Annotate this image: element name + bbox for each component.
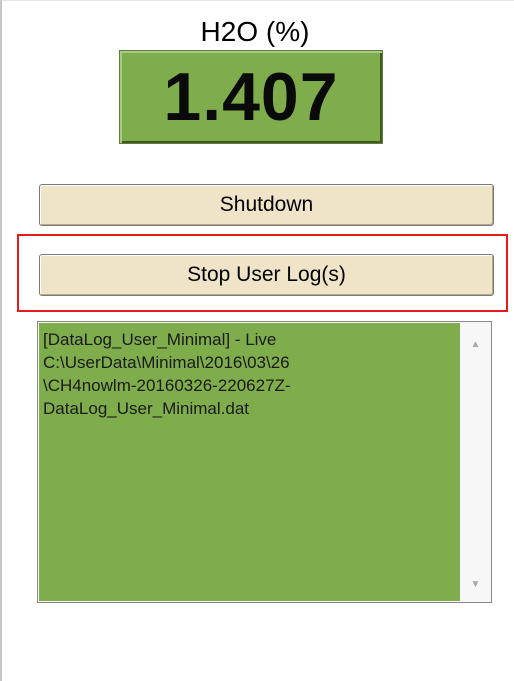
user-log-text: [DataLog_User_Minimal] - Live C:\UserDat… [39,323,460,601]
top-border [0,0,514,1]
h2o-label: H2O (%) [200,16,310,47]
h2o-value: 1.407 [163,59,339,135]
left-border [0,0,2,681]
h2o-readout: 1.407 [119,50,383,144]
scroll-up-icon[interactable]: ▲ [461,333,490,355]
stop-user-log-button[interactable]: Stop User Log(s) [39,254,494,296]
log-scrollbar[interactable]: ▲ ▼ [461,323,490,601]
shutdown-button[interactable]: Shutdown [39,184,494,226]
scroll-down-icon[interactable]: ▼ [461,573,490,595]
user-log-panel[interactable]: [DataLog_User_Minimal] - Live C:\UserDat… [37,321,492,603]
